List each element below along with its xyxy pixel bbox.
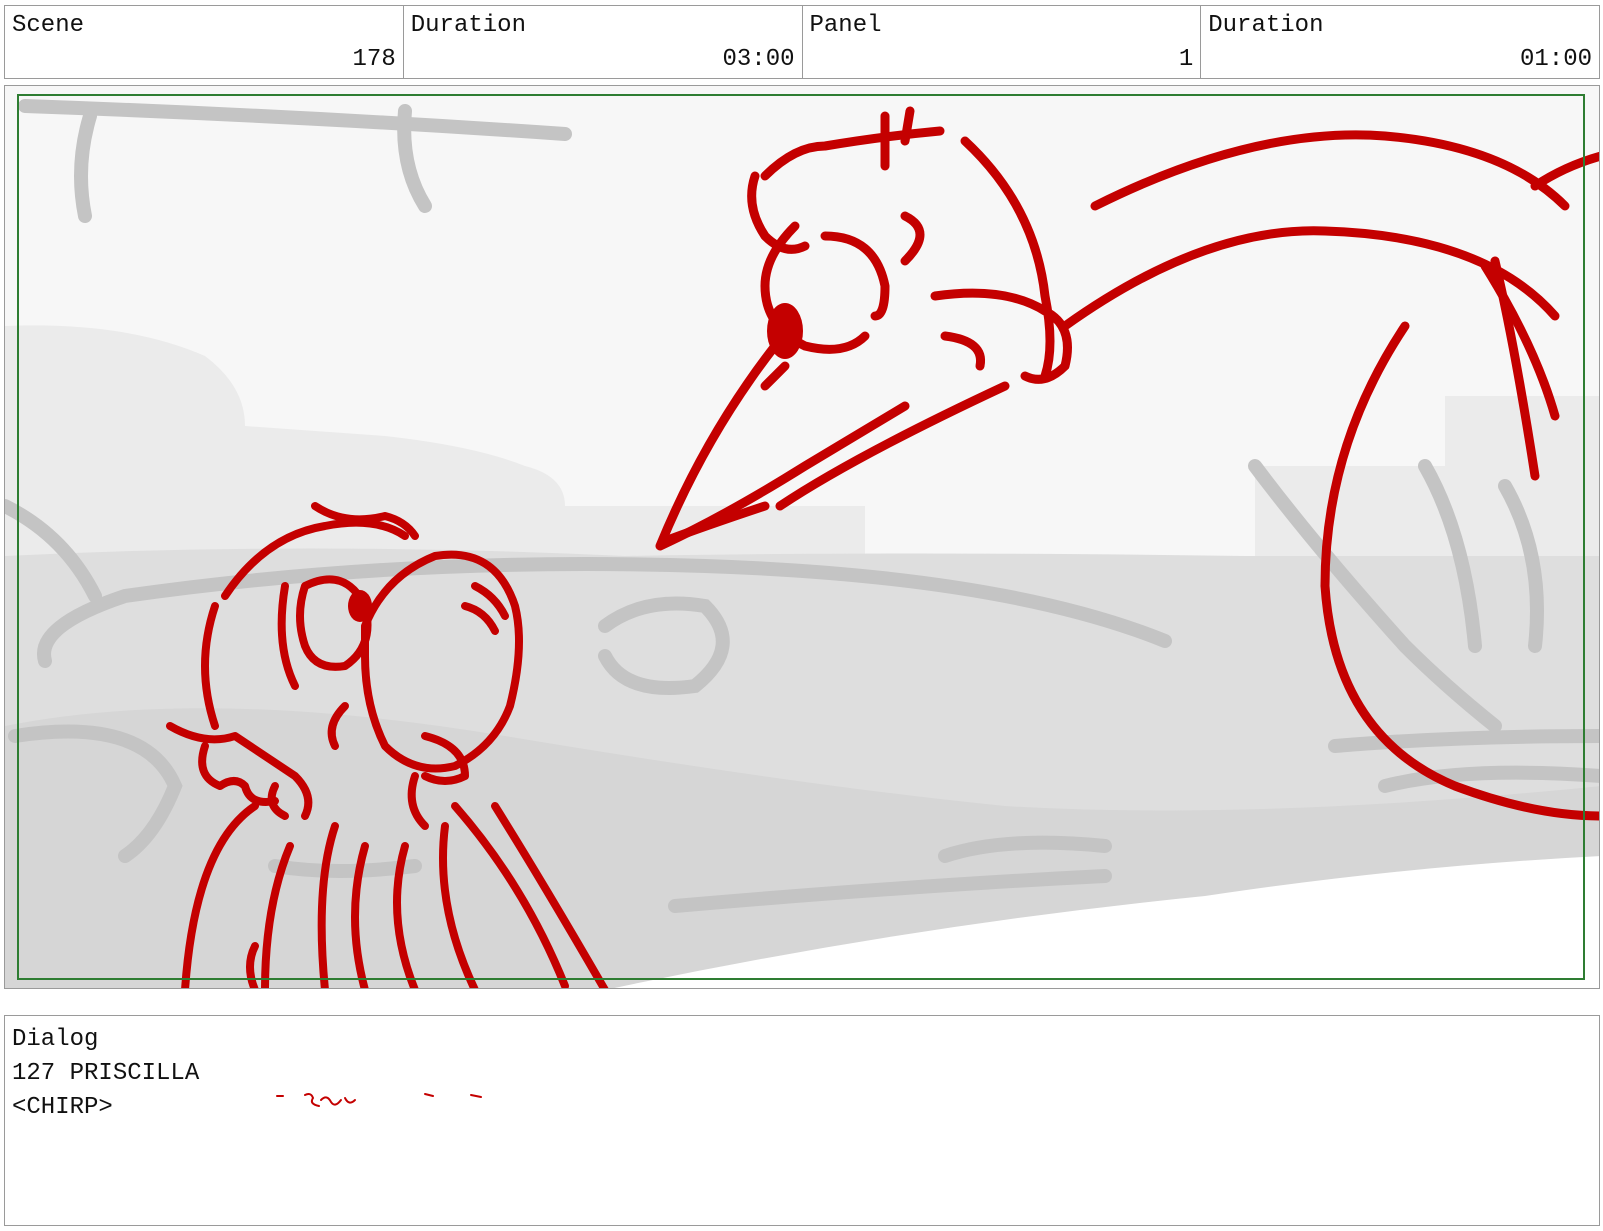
- dialog-box: Dialog 127 PRISCILLA <CHIRP>: [4, 1015, 1600, 1226]
- panel-header: Scene 178 Duration 03:00 Panel 1 Duratio…: [4, 5, 1600, 79]
- scene-duration-cell: Duration 03:00: [404, 6, 803, 78]
- storyboard-panel: [4, 85, 1600, 989]
- panel-number: 1: [1178, 46, 1194, 73]
- scene-duration-value: 03:00: [722, 46, 795, 73]
- panel-duration-label: Duration: [1208, 12, 1324, 39]
- scene-label: Scene: [12, 12, 85, 39]
- panel-cell: Panel 1: [803, 6, 1202, 78]
- dialog-text-line: <CHIRP>: [12, 1094, 113, 1121]
- dialog-label: Dialog: [12, 1026, 99, 1053]
- scene-number: 178: [352, 46, 396, 73]
- panel-label: Panel: [809, 12, 882, 39]
- panel-duration-cell: Duration 01:00: [1201, 6, 1599, 78]
- scene-duration-label: Duration: [410, 12, 526, 39]
- storyboard-sketch: [5, 86, 1599, 988]
- panel-duration-value: 01:00: [1519, 46, 1592, 73]
- dialog-character-line: 127 PRISCILLA: [12, 1060, 200, 1087]
- dialog-scribble-icon: [276, 1093, 482, 1107]
- scene-cell: Scene 178: [5, 6, 404, 78]
